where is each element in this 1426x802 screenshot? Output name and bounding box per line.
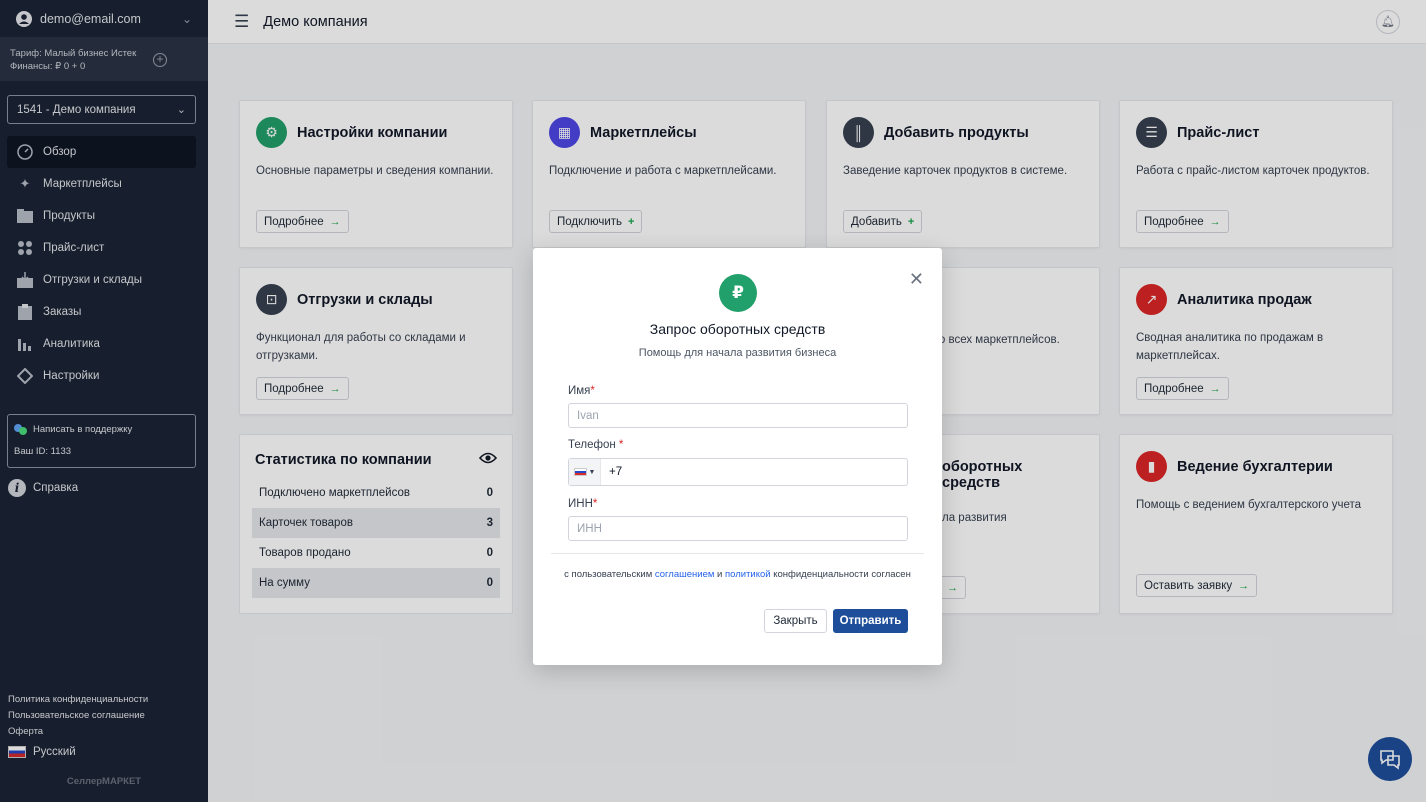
phone-label: Телефон * [568, 439, 624, 451]
phone-field[interactable]: ▼ +7 [568, 458, 908, 486]
close-icon[interactable]: ✕ [909, 270, 924, 288]
name-input[interactable] [568, 403, 908, 428]
inn-label: ИНН* [568, 498, 598, 510]
inn-input[interactable] [568, 516, 908, 541]
divider [551, 553, 924, 554]
country-code-select[interactable]: ▼ [569, 459, 601, 485]
submit-button[interactable]: Отправить [833, 609, 908, 633]
modal-title: Запрос оборотных средств [649, 321, 826, 337]
name-label: Имя* [568, 385, 595, 397]
caret-down-icon: ▼ [588, 468, 596, 476]
working-capital-modal: ✕ ₽ Запрос оборотных средств Помощь для … [533, 248, 942, 665]
ruble-icon: ₽ [719, 274, 757, 312]
russia-flag-icon [573, 468, 587, 476]
agreement-link[interactable]: соглашением [655, 569, 715, 580]
policy-link[interactable]: политикой [725, 569, 771, 580]
consent-text: с пользовательским соглашением и политик… [564, 569, 911, 580]
close-button[interactable]: Закрыть [764, 609, 827, 633]
modal-subtitle: Помощь для начала развития бизнеса [638, 347, 837, 359]
phone-input[interactable]: +7 [601, 466, 622, 478]
